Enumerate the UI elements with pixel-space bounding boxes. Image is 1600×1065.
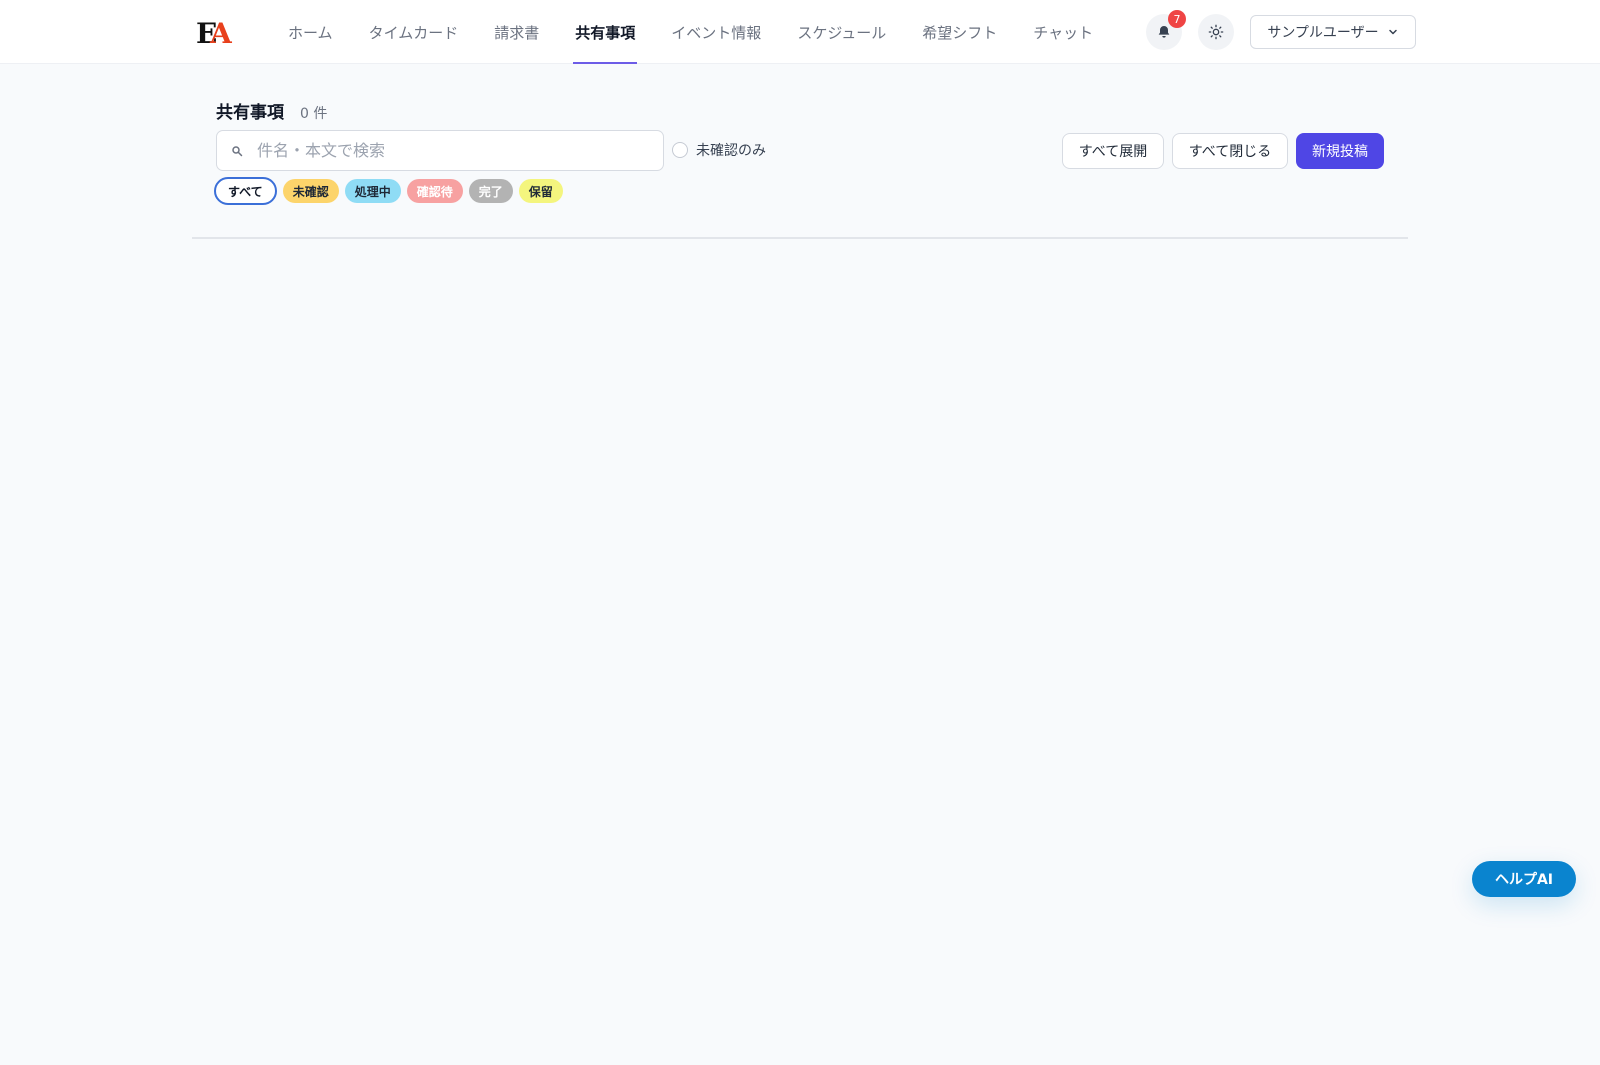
page-header: 共有事項 0 件: [216, 98, 327, 123]
nav-event-info[interactable]: イベント情報: [653, 0, 779, 64]
section-divider: [192, 237, 1408, 239]
main-nav: ホーム タイムカード 請求書 共有事項 イベント情報 スケジュール 希望シフト …: [270, 0, 1111, 64]
new-post-button[interactable]: 新規投稿: [1296, 133, 1384, 169]
sun-icon: [1208, 24, 1224, 40]
theme-toggle-button[interactable]: [1198, 14, 1234, 50]
unconfirmed-only-checkbox[interactable]: [672, 142, 688, 158]
item-count: 0 件: [300, 106, 328, 122]
expand-all-button[interactable]: すべて展開: [1062, 133, 1164, 169]
app-logo[interactable]: E A: [196, 16, 236, 48]
nav-home[interactable]: ホーム: [270, 0, 351, 64]
filter-chip-all[interactable]: すべて: [214, 177, 277, 205]
nav-timecard[interactable]: タイムカード: [351, 0, 477, 64]
user-menu-button[interactable]: サンプルユーザー: [1250, 15, 1416, 49]
collapse-all-button[interactable]: すべて閉じる: [1172, 133, 1288, 169]
bell-icon: [1158, 26, 1170, 38]
filter-chip-on-hold[interactable]: 保留: [518, 179, 563, 203]
nav-invoice[interactable]: 請求書: [476, 0, 557, 64]
unconfirmed-only-label: 未確認のみ: [696, 143, 766, 159]
nav-shift-request[interactable]: 希望シフト: [904, 0, 1015, 64]
help-ai-button[interactable]: ヘルプAI: [1472, 861, 1576, 897]
search-input[interactable]: [257, 141, 637, 160]
status-filter-chips: すべて 未確認 処理中 確認待 完了 保留: [214, 177, 563, 205]
search-box: [216, 130, 664, 171]
top-navigation-bar: E A ホーム タイムカード 請求書 共有事項 イベント情報 スケジュール 希望…: [0, 0, 1600, 64]
nav-shared-items[interactable]: 共有事項: [557, 0, 653, 64]
chevron-down-icon: [1388, 29, 1397, 35]
filter-chip-unconfirmed[interactable]: 未確認: [282, 179, 339, 203]
filter-chip-in-progress[interactable]: 処理中: [344, 179, 401, 203]
filter-chip-awaiting-confirmation[interactable]: 確認待: [406, 179, 463, 203]
search-icon: [232, 145, 243, 156]
page-title: 共有事項: [216, 103, 284, 123]
filter-chip-done[interactable]: 完了: [468, 179, 513, 203]
nav-schedule[interactable]: スケジュール: [779, 0, 904, 64]
user-name: サンプルユーザー: [1267, 25, 1379, 41]
svg-text:A: A: [209, 17, 233, 48]
unconfirmed-only-toggle[interactable]: 未確認のみ: [672, 140, 766, 160]
notification-badge: 7: [1168, 10, 1186, 28]
nav-chat[interactable]: チャット: [1015, 0, 1111, 64]
